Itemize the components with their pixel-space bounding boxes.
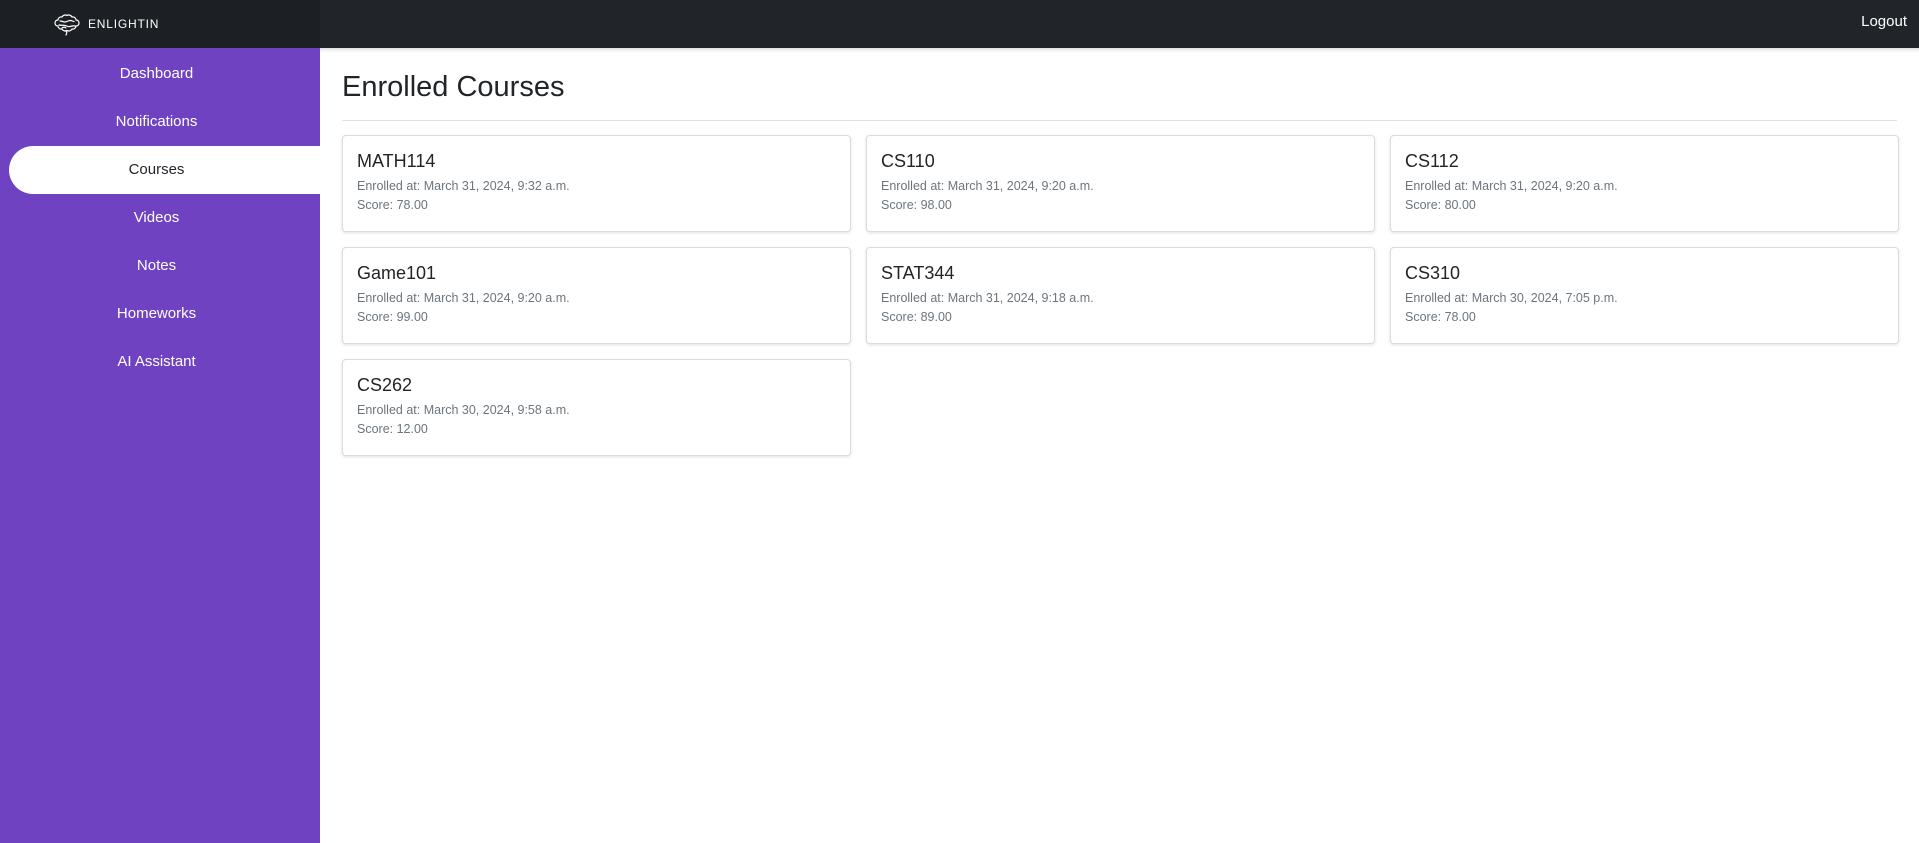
logout-link[interactable]: Logout <box>1861 13 1907 30</box>
course-name: MATH114 <box>357 151 436 171</box>
sidebar-item-label: Notifications <box>115 113 198 130</box>
brand-link[interactable]: ENLIGHTIN <box>0 0 320 48</box>
sidebar-item-notes[interactable]: Notes <box>9 242 320 290</box>
course-score: Score: 12.00 <box>357 422 428 436</box>
sidebar: Dashboard Notifications Courses Videos N… <box>0 48 320 843</box>
course-name: CS110 <box>881 151 935 171</box>
enrolled-date: Enrolled at: March 31, 2024, 9:18 a.m. <box>881 291 1094 305</box>
course-card[interactable]: CS112 Enrolled at: March 31, 2024, 9:20 … <box>1390 135 1899 232</box>
course-card[interactable]: STAT344 Enrolled at: March 31, 2024, 9:1… <box>866 247 1375 344</box>
course-card[interactable]: MATH114 Enrolled at: March 31, 2024, 9:3… <box>342 135 851 232</box>
sidebar-item-courses[interactable]: Courses <box>9 146 320 194</box>
course-card[interactable]: Game101 Enrolled at: March 31, 2024, 9:2… <box>342 247 851 344</box>
main-content: Enrolled Courses MATH114 Enrolled at: Ma… <box>320 48 1919 843</box>
sidebar-item-videos[interactable]: Videos <box>9 194 320 242</box>
sidebar-item-label: Videos <box>133 209 180 226</box>
sidebar-item-dashboard[interactable]: Dashboard <box>9 50 320 98</box>
brand-name: ENLIGHTIN <box>88 17 160 31</box>
enrolled-date: Enrolled at: March 31, 2024, 9:20 a.m. <box>357 291 570 305</box>
course-card[interactable]: CS110 Enrolled at: March 31, 2024, 9:20 … <box>866 135 1375 232</box>
sidebar-item-ai-assistant[interactable]: AI Assistant <box>9 338 320 386</box>
course-score: Score: 99.00 <box>357 310 428 324</box>
title-divider <box>342 120 1897 121</box>
sidebar-item-homeworks[interactable]: Homeworks <box>9 290 320 338</box>
course-card[interactable]: CS262 Enrolled at: March 30, 2024, 9:58 … <box>342 359 851 456</box>
sidebar-item-notifications[interactable]: Notifications <box>9 98 320 146</box>
enrolled-date: Enrolled at: March 31, 2024, 9:20 a.m. <box>1405 179 1618 193</box>
course-name: Game101 <box>357 263 437 283</box>
course-name: STAT344 <box>881 263 955 283</box>
course-name: CS112 <box>1405 151 1459 171</box>
enrolled-date: Enrolled at: March 30, 2024, 7:05 p.m. <box>1405 291 1618 305</box>
sidebar-item-label: Dashboard <box>119 65 194 82</box>
sidebar-nav: Dashboard Notifications Courses Videos N… <box>0 48 320 386</box>
course-score: Score: 89.00 <box>881 310 952 324</box>
sidebar-item-label: Notes <box>136 257 177 274</box>
brain-logo-icon <box>52 11 82 37</box>
sidebar-item-label: Homeworks <box>116 305 197 322</box>
course-grid: MATH114 Enrolled at: March 31, 2024, 9:3… <box>342 135 1899 456</box>
course-score: Score: 98.00 <box>881 198 952 212</box>
sidebar-item-label: Courses <box>128 161 185 178</box>
enrolled-date: Enrolled at: March 31, 2024, 9:20 a.m. <box>881 179 1094 193</box>
sidebar-item-label: AI Assistant <box>117 353 196 370</box>
top-navbar: ENLIGHTIN Logout <box>0 0 1919 48</box>
course-name: CS310 <box>1405 263 1461 283</box>
page-title: Enrolled Courses <box>342 71 565 103</box>
enrolled-date: Enrolled at: March 31, 2024, 9:32 a.m. <box>357 179 570 193</box>
course-name: CS262 <box>357 375 413 395</box>
course-score: Score: 78.00 <box>1405 310 1476 324</box>
enrolled-date: Enrolled at: March 30, 2024, 9:58 a.m. <box>357 403 570 417</box>
course-card[interactable]: CS310 Enrolled at: March 30, 2024, 7:05 … <box>1390 247 1899 344</box>
course-score: Score: 78.00 <box>357 198 428 212</box>
course-score: Score: 80.00 <box>1405 198 1476 212</box>
